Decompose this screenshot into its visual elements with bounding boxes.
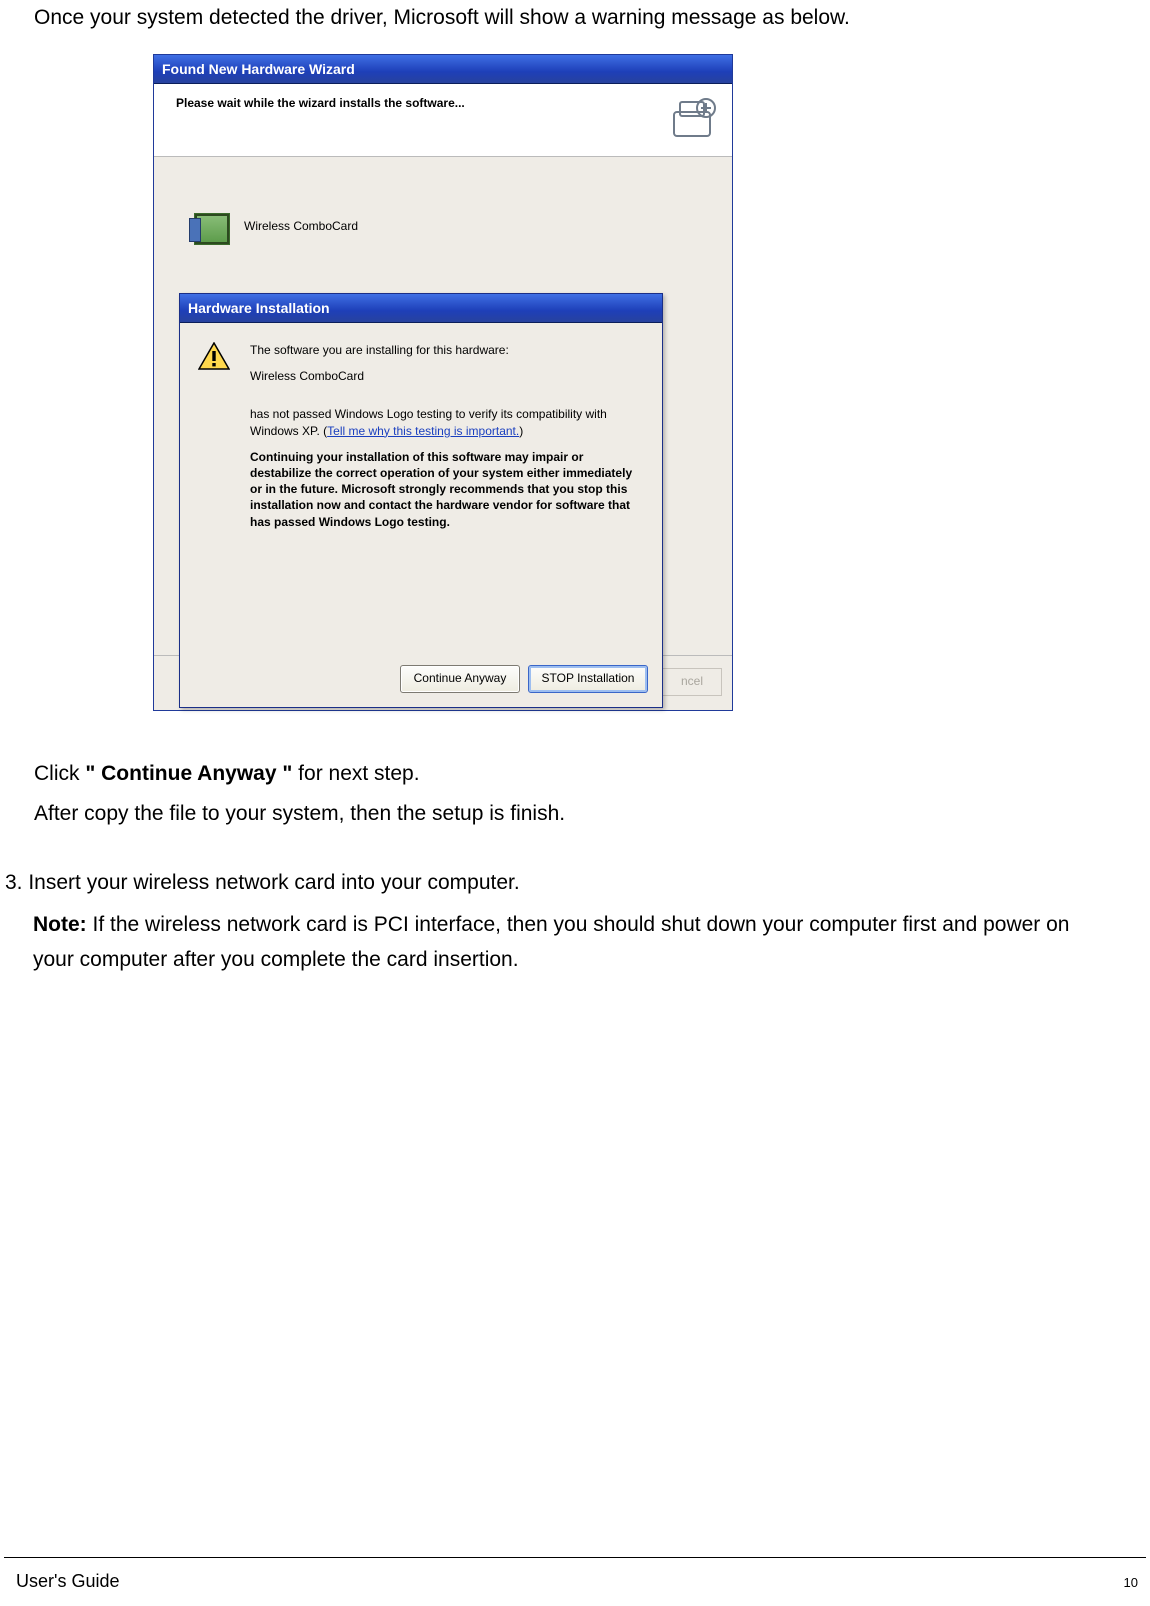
post-screenshot-text: Click " Continue Anyway " for next step.… [34,752,1114,835]
step-3-line1: 3. Insert your wireless network card int… [5,865,1115,901]
intro-text: Once your system detected the driver, Mi… [34,0,1114,36]
hardware-installation-dialog: Hardware Installation The software you a… [179,293,663,708]
wizard-titlebar: Found New Hardware Wizard [154,55,732,84]
hw-line-intro: The software you are installing for this… [250,343,509,357]
click-pre: Click [34,762,85,785]
note-label: Note: [33,913,87,936]
footer-guide-label: User's Guide [16,1571,119,1592]
hardware-installation-buttons: Continue Anyway STOP Installation [400,665,648,693]
device-name-label: Wireless ComboCard [244,219,358,233]
install-icon [670,94,718,142]
warning-icon [198,342,230,370]
stop-installation-button[interactable]: STOP Installation [528,665,648,693]
page-number: 10 [1124,1575,1138,1590]
hardware-installation-text: The software you are installing for this… [250,342,642,530]
click-continue-line: Click " Continue Anyway " for next step. [34,756,1114,792]
device-icon [194,213,230,245]
wizard-header-text: Please wait while the wizard installs th… [176,96,465,110]
hw-warning-bold: Continuing your installation of this sof… [250,450,632,529]
step-3-note: Note: If the wireless network card is PC… [33,907,1115,978]
continue-anyway-button[interactable]: Continue Anyway [400,665,520,693]
click-post: for next step. [292,762,419,785]
step-3-block: 3. Insert your wireless network card int… [5,859,1115,984]
note-body: If the wireless network card is PCI inte… [33,913,1070,972]
cancel-button-obscured: ncel [662,668,722,696]
hw-device-name: Wireless ComboCard [250,369,364,383]
tell-me-why-link[interactable]: Tell me why this testing is important. [327,424,519,438]
footer-rule [4,1557,1146,1558]
wizard-header: Please wait while the wizard installs th… [154,84,732,157]
hardware-installation-titlebar: Hardware Installation [180,294,662,323]
after-copy-line: After copy the file to your system, then… [34,796,1114,832]
hw-logo-line-close: ) [519,424,523,438]
click-bold: " Continue Anyway " [85,762,292,785]
screenshot-container: Found New Hardware Wizard Please wait wh… [153,54,733,711]
